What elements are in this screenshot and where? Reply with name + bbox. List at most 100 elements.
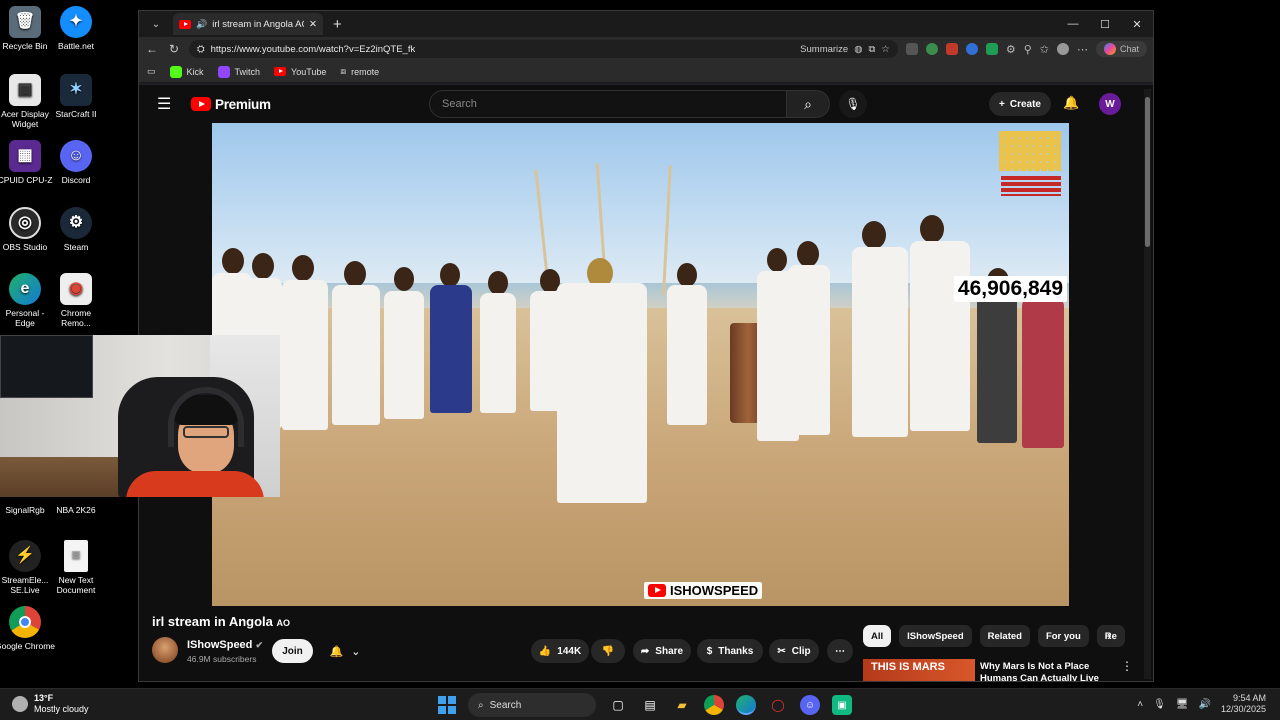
tab-actions-menu-icon[interactable]: ⌄ <box>145 14 167 34</box>
youtube-logo-icon <box>648 584 666 597</box>
recommended-video-title[interactable]: Why Mars Is Not a Place Humans Can Actua… <box>980 661 1100 681</box>
desktop-icon-steam[interactable]: ⚙ Steam <box>46 207 106 252</box>
notifications-bell-icon[interactable]: 🔔 <box>1063 95 1079 111</box>
widgets-icon[interactable]: ▤ <box>640 695 660 715</box>
maximize-icon[interactable]: ☐ <box>1089 11 1121 37</box>
video-title: irl stream in Angola AO <box>152 614 290 629</box>
channel-name[interactable]: IShowSpeed ✔ <box>187 639 263 651</box>
search-icon: ⌕ <box>478 699 484 711</box>
bookmark-folder-icon[interactable]: ▭ <box>147 66 156 77</box>
more-options-icon[interactable]: ⋯ <box>1077 43 1088 56</box>
site-info-icon[interactable]: ⛭ <box>197 44 205 55</box>
logo-text: Premium <box>215 96 271 112</box>
bookmark-kick[interactable]: Kick <box>169 65 204 78</box>
extension-blue-icon[interactable] <box>965 43 978 55</box>
speaker-icon[interactable]: 🔊 <box>196 19 207 30</box>
dislike-button[interactable]: 👎 <box>591 639 625 663</box>
voice-search-button[interactable]: 🎙 <box>839 90 867 118</box>
menu-icon[interactable]: ☰ <box>157 94 177 114</box>
extensions-puzzle-icon[interactable]: ⚲ <box>1024 43 1032 56</box>
desktop-icon-nba[interactable]: NBA 2K26 <box>46 505 106 515</box>
bookmark-youtube[interactable]: YouTube <box>274 67 326 77</box>
desktop-icon-discord[interactable]: ☺ Discord <box>46 140 106 185</box>
profile-icon[interactable] <box>1056 43 1069 55</box>
account-avatar[interactable]: W <box>1099 93 1121 115</box>
desktop-icon-label: StreamEle... SE.Live <box>1 575 49 595</box>
back-icon[interactable]: ← <box>145 42 159 56</box>
weather-widget[interactable]: 13°F Mostly cloudy <box>12 693 89 715</box>
chevron-right-icon[interactable]: › <box>1107 628 1111 643</box>
close-window-icon[interactable]: ✕ <box>1121 11 1153 37</box>
desktop-icon-starcraft[interactable]: ✶ StarCraft II <box>46 74 106 119</box>
create-button[interactable]: + Create <box>989 92 1051 116</box>
chip-for-you[interactable]: For you <box>1037 625 1089 647</box>
video-player[interactable]: 46,906,849 ISHOWSPEED <box>212 123 1069 606</box>
network-icon[interactable]: 🖥 <box>1176 699 1189 710</box>
desktop-icon-chrome[interactable]: Google Chrome <box>0 606 55 651</box>
volume-icon[interactable]: 🔊 <box>1199 699 1211 710</box>
browser-tab-active[interactable]: 🔊 irl stream in Angola AO - YouT ✕ <box>173 13 323 35</box>
streamelements-icon: ⚡ <box>9 540 41 572</box>
desktop-icon-label: Battle.net <box>58 41 94 51</box>
close-tab-icon[interactable]: ✕ <box>309 19 317 30</box>
more-vertical-icon[interactable]: ⋮ <box>1121 659 1133 673</box>
share-label: Share <box>655 645 684 657</box>
chip-related[interactable]: Related <box>979 625 1030 647</box>
refresh-icon[interactable]: ↻ <box>167 42 181 56</box>
more-actions-button[interactable]: ⋯ <box>827 639 853 663</box>
extension-settings-icon[interactable]: ⚙ <box>1006 43 1016 56</box>
extension-green-icon[interactable] <box>925 43 938 55</box>
chrome-taskbar-icon[interactable] <box>704 695 724 715</box>
channel-avatar[interactable] <box>152 637 178 663</box>
person <box>667 285 707 425</box>
edge-taskbar-icon[interactable] <box>736 695 756 715</box>
copilot-chat-button[interactable]: Chat <box>1095 41 1147 57</box>
desktop-icon-battlenet[interactable]: ✦ Battle.net <box>46 6 106 51</box>
search-input[interactable]: Search <box>429 90 787 118</box>
url-text[interactable]: https://www.youtube.com/watch?v=Ez2inQTE… <box>211 44 795 55</box>
youtube-favicon-icon <box>179 19 191 29</box>
youtube-premium-logo[interactable]: Premium <box>191 97 271 112</box>
favorites-icon[interactable]: ✩ <box>1040 43 1049 56</box>
extension-grid-icon[interactable] <box>985 43 998 55</box>
extension-red-icon[interactable] <box>945 43 958 55</box>
android-app-taskbar-icon[interactable]: ▣ <box>832 695 852 715</box>
like-button[interactable]: 👍 144K <box>531 639 589 663</box>
taskbar-search[interactable]: ⌕ Search <box>468 693 596 717</box>
split-screen-icon[interactable]: ⧉ <box>869 44 876 55</box>
channel-name-text: IShowSpeed <box>187 639 253 651</box>
chip-ishowspeed[interactable]: IShowSpeed <box>899 625 972 647</box>
chip-all[interactable]: All <box>863 625 892 647</box>
summarize-icon[interactable]: ◍ <box>854 44 862 55</box>
collections-icon[interactable] <box>905 43 918 55</box>
page-scrollbar-thumb[interactable] <box>1145 97 1150 247</box>
chevron-up-icon[interactable]: ˄ <box>1137 699 1143 710</box>
microphone-tray-icon[interactable]: 🎙 <box>1153 699 1166 710</box>
file-explorer-icon[interactable]: ▰ <box>672 695 692 715</box>
share-button[interactable]: ➦ Share <box>633 639 691 663</box>
clock[interactable]: 9:54 AM 12/30/2025 <box>1221 693 1266 715</box>
thanks-button[interactable]: $ Thanks <box>697 639 763 663</box>
search-button[interactable]: ⌕ <box>786 90 830 118</box>
minimize-icon[interactable]: — <box>1057 11 1089 37</box>
desktop-icon-text-document[interactable]: ≡ New Text Document <box>46 540 106 595</box>
desktop-icon-chrome-remote[interactable]: ◉ Chrome Remo... <box>46 273 106 328</box>
bookmarks-bar: ▭ Kick Twitch YouTube ⧈ remote <box>139 61 1153 83</box>
summarize-button[interactable]: Summarize <box>800 44 848 55</box>
bookmark-remote[interactable]: ⧈ remote <box>340 66 379 77</box>
clip-button[interactable]: ✂ Clip <box>769 639 819 663</box>
subscription-notifications-button[interactable]: 🔔 ⌄ <box>322 639 368 663</box>
task-view-icon[interactable]: ▢ <box>608 695 628 715</box>
discord-taskbar-icon[interactable]: ☺ <box>800 695 820 715</box>
opera-taskbar-icon[interactable]: ◯ <box>768 695 788 715</box>
favorite-star-icon[interactable]: ☆ <box>881 44 890 55</box>
extensions-toolbar: ⚙ ⚲ ✩ ⋯ Chat <box>905 41 1147 57</box>
desktop-icon-label: Acer Display Widget <box>1 109 49 129</box>
new-tab-icon[interactable]: + <box>333 16 342 33</box>
recommended-video-thumbnail[interactable]: THIS IS MARS <box>863 659 975 681</box>
join-button[interactable]: Join <box>272 639 313 663</box>
bookmark-twitch[interactable]: Twitch <box>217 65 260 78</box>
start-windows-icon[interactable] <box>438 696 456 714</box>
omnibox[interactable]: ⛭ https://www.youtube.com/watch?v=Ez2inQ… <box>189 40 898 58</box>
person <box>977 293 1017 443</box>
